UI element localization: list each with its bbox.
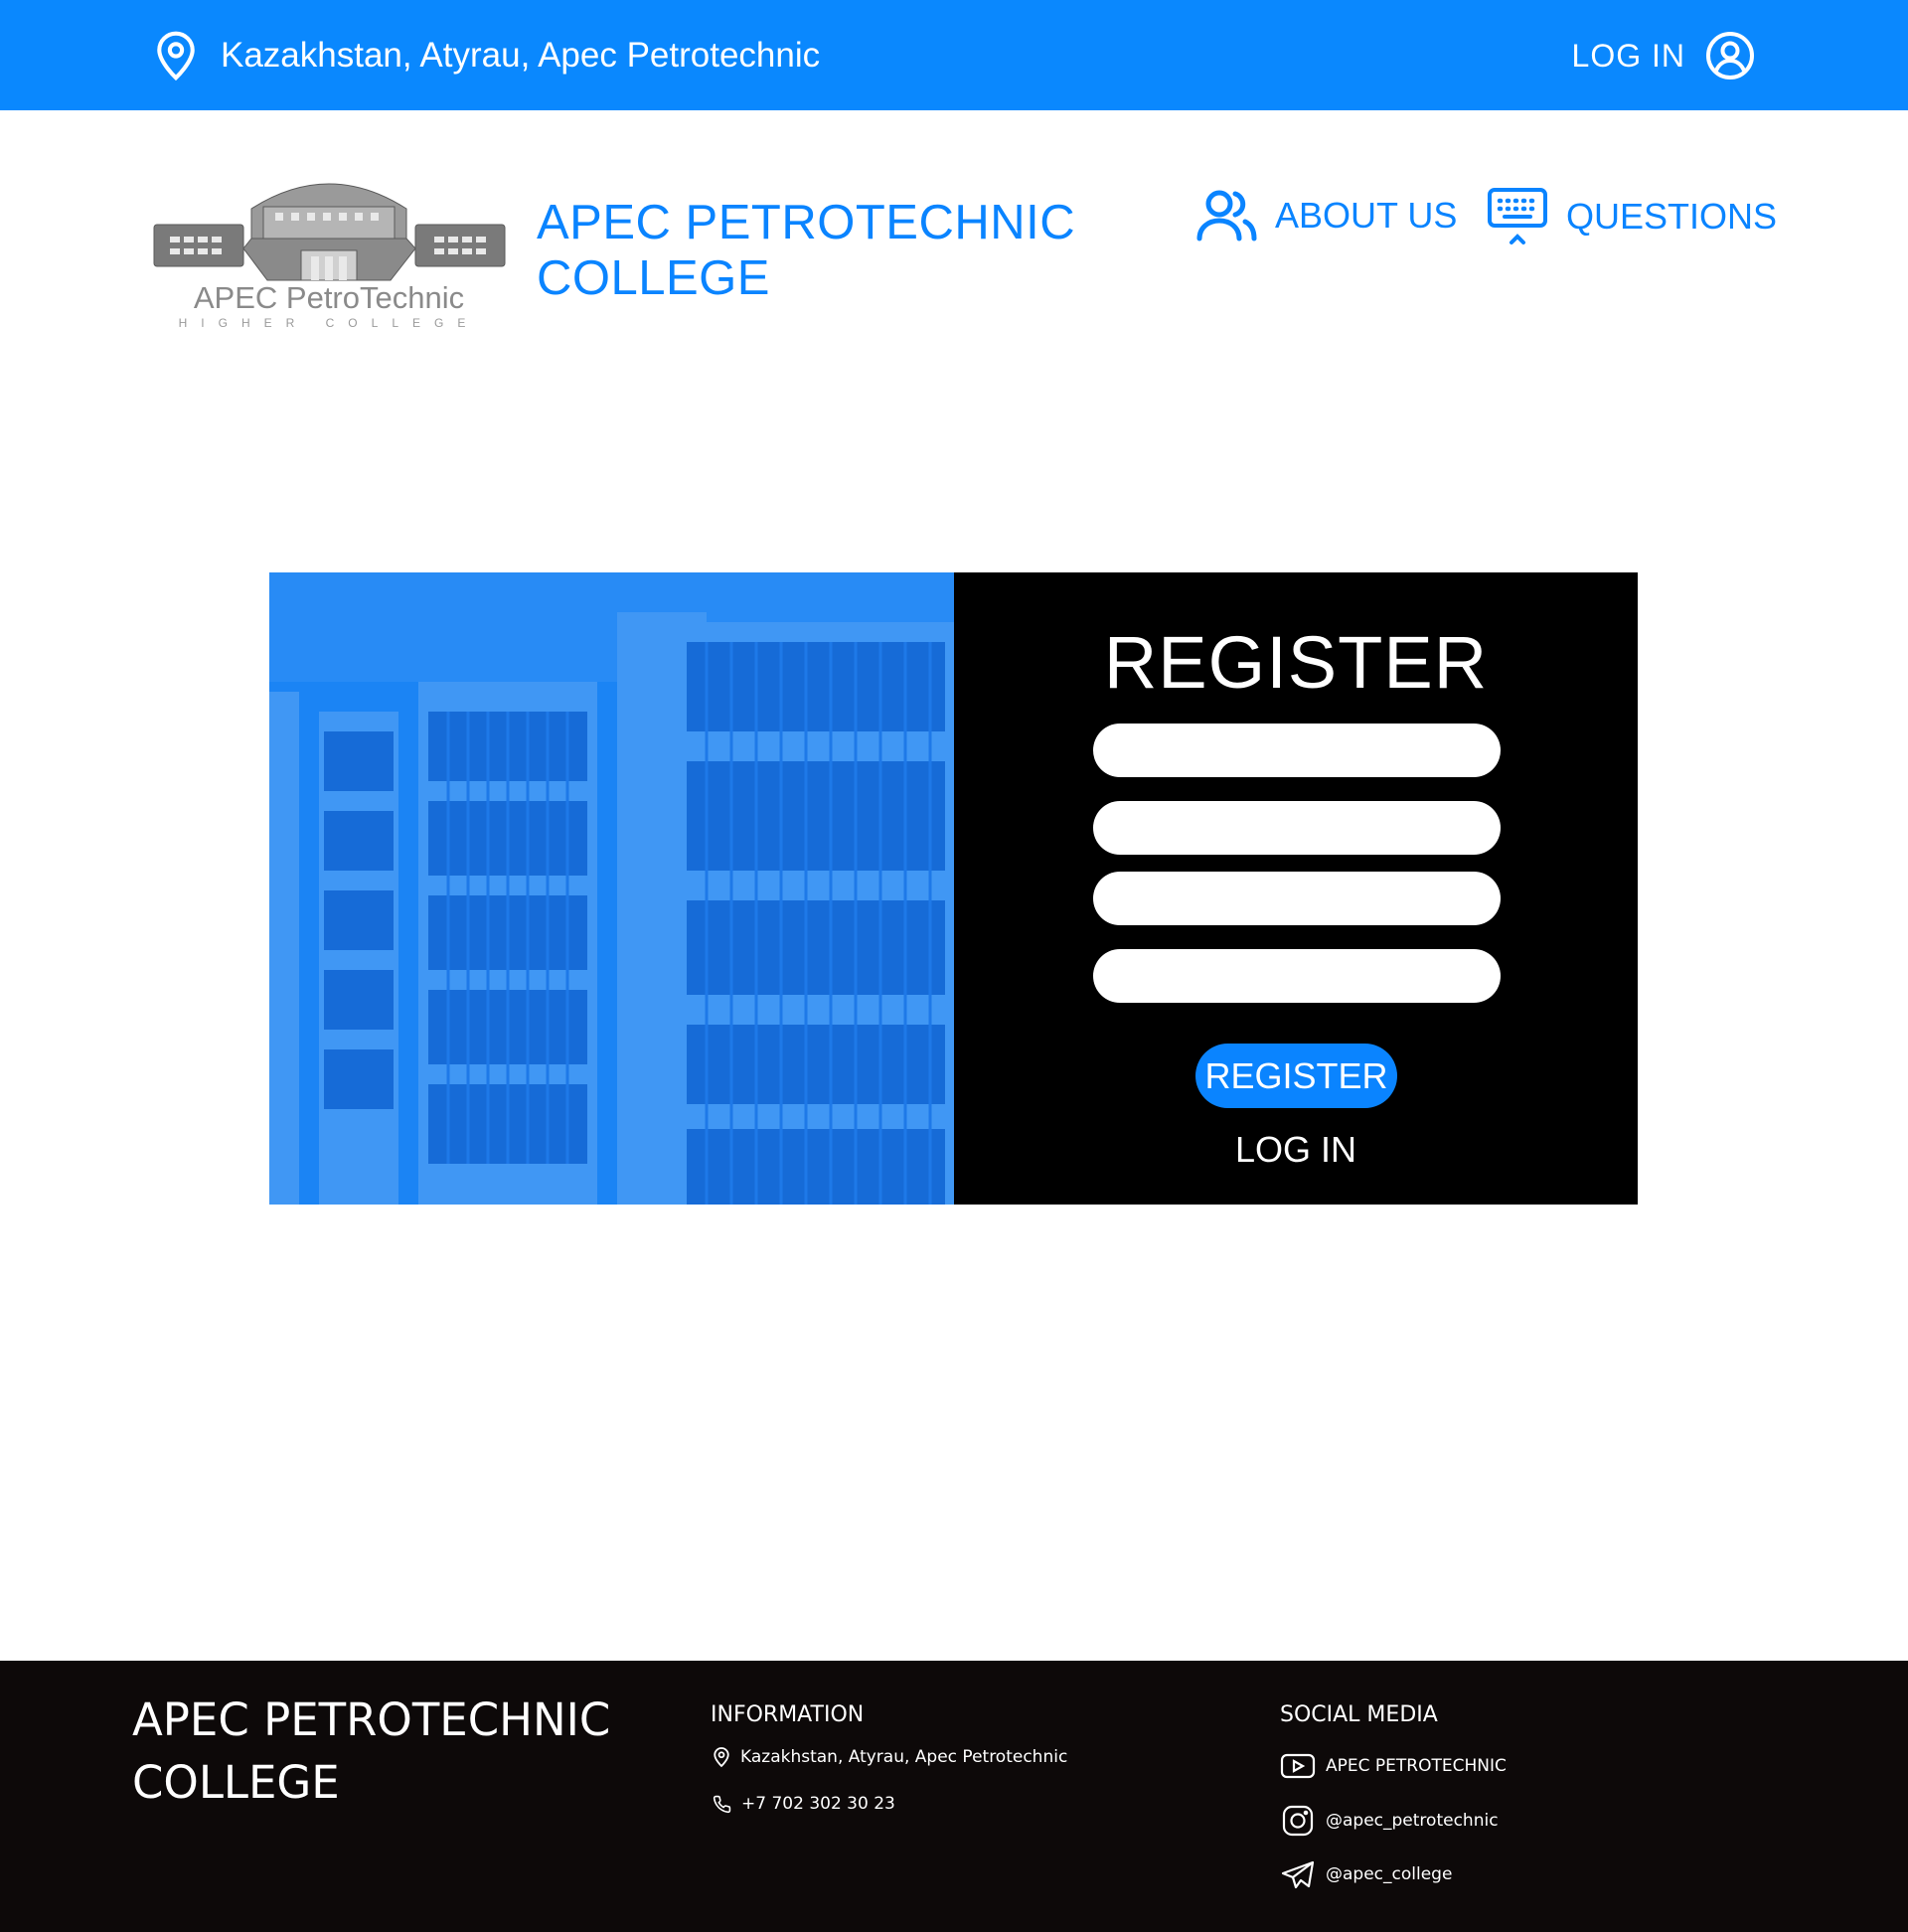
top-location-text: Kazakhstan, Atyrau, Apec Petrotechnic bbox=[221, 36, 821, 75]
nav-questions-label: QUESTIONS bbox=[1566, 196, 1778, 237]
login-link[interactable]: LOG IN bbox=[954, 1129, 1638, 1171]
footer-brand: APEC PETROTECHNIC COLLEGE bbox=[132, 1689, 610, 1814]
footer-instagram-link[interactable]: @apec_petrotechnic bbox=[1280, 1805, 1499, 1837]
nav-about-us-label: ABOUT US bbox=[1275, 195, 1458, 236]
svg-text:APEC PetroTechnic: APEC PetroTechnic bbox=[194, 280, 464, 315]
map-pin-icon bbox=[157, 31, 195, 81]
telegram-icon bbox=[1281, 1860, 1315, 1889]
footer-address: Kazakhstan, Atyrau, Apec Petrotechnic bbox=[713, 1746, 1067, 1768]
footer-brand-line2: COLLEGE bbox=[132, 1756, 340, 1809]
phone-icon bbox=[713, 1795, 731, 1813]
brand-title: APEC PETROTECHNIC COLLEGE bbox=[537, 195, 1075, 306]
register-field-1[interactable] bbox=[1093, 724, 1501, 777]
college-logo[interactable]: APEC PetroTechnic HIGHER COLLEGE bbox=[152, 169, 507, 331]
footer-telegram-link[interactable]: @apec_college bbox=[1280, 1859, 1452, 1889]
top-location: Kazakhstan, Atyrau, Apec Petrotechnic bbox=[153, 30, 820, 81]
nav-questions[interactable]: QUESTIONS bbox=[1487, 187, 1777, 246]
top-login-button[interactable]: LOG IN bbox=[1572, 30, 1755, 81]
brand-title-line2: COLLEGE bbox=[537, 251, 770, 305]
footer-instagram-text: @apec_petrotechnic bbox=[1326, 1811, 1499, 1831]
map-pin-icon bbox=[714, 1747, 729, 1768]
instagram-icon bbox=[1282, 1805, 1314, 1837]
top-bar: Kazakhstan, Atyrau, Apec Petrotechnic LO… bbox=[0, 0, 1908, 110]
users-icon bbox=[1196, 190, 1257, 242]
footer-phone[interactable]: +7 702 302 30 23 bbox=[713, 1794, 895, 1814]
register-field-4[interactable] bbox=[1093, 949, 1501, 1003]
footer-info-title: INFORMATION bbox=[711, 1702, 865, 1727]
youtube-icon bbox=[1280, 1753, 1316, 1779]
register-field-2[interactable] bbox=[1093, 801, 1501, 855]
register-button[interactable]: REGISTER bbox=[1195, 1044, 1397, 1108]
register-form: REGISTER REGISTER LOG IN bbox=[954, 572, 1638, 1205]
register-title: REGISTER bbox=[1103, 621, 1489, 704]
nav-about-us[interactable]: ABOUT US bbox=[1195, 189, 1457, 242]
library-photo bbox=[269, 572, 954, 1205]
register-panel: REGISTER REGISTER LOG IN bbox=[269, 572, 1638, 1205]
footer-social-title: SOCIAL MEDIA bbox=[1280, 1702, 1438, 1727]
brand-title-line1: APEC PETROTECHNIC bbox=[537, 196, 1076, 249]
footer-youtube-link[interactable]: APEC PETROTECHNIC bbox=[1280, 1752, 1507, 1780]
keyboard-icon bbox=[1488, 188, 1547, 244]
library-shelves-image bbox=[269, 572, 954, 1205]
footer-youtube-text: APEC PETROTECHNIC bbox=[1326, 1756, 1507, 1776]
register-field-3[interactable] bbox=[1093, 872, 1501, 925]
footer-brand-line1: APEC PETROTECHNIC bbox=[132, 1693, 611, 1746]
footer: APEC PETROTECHNIC COLLEGE INFORMATION Ka… bbox=[0, 1661, 1908, 1932]
top-login-label: LOG IN bbox=[1571, 37, 1685, 74]
footer-phone-text: +7 702 302 30 23 bbox=[741, 1794, 895, 1814]
footer-telegram-text: @apec_college bbox=[1326, 1864, 1453, 1884]
footer-address-text: Kazakhstan, Atyrau, Apec Petrotechnic bbox=[740, 1747, 1068, 1767]
user-circle-icon bbox=[1706, 32, 1754, 80]
svg-text:HIGHER COLLEGE: HIGHER COLLEGE bbox=[179, 316, 480, 330]
